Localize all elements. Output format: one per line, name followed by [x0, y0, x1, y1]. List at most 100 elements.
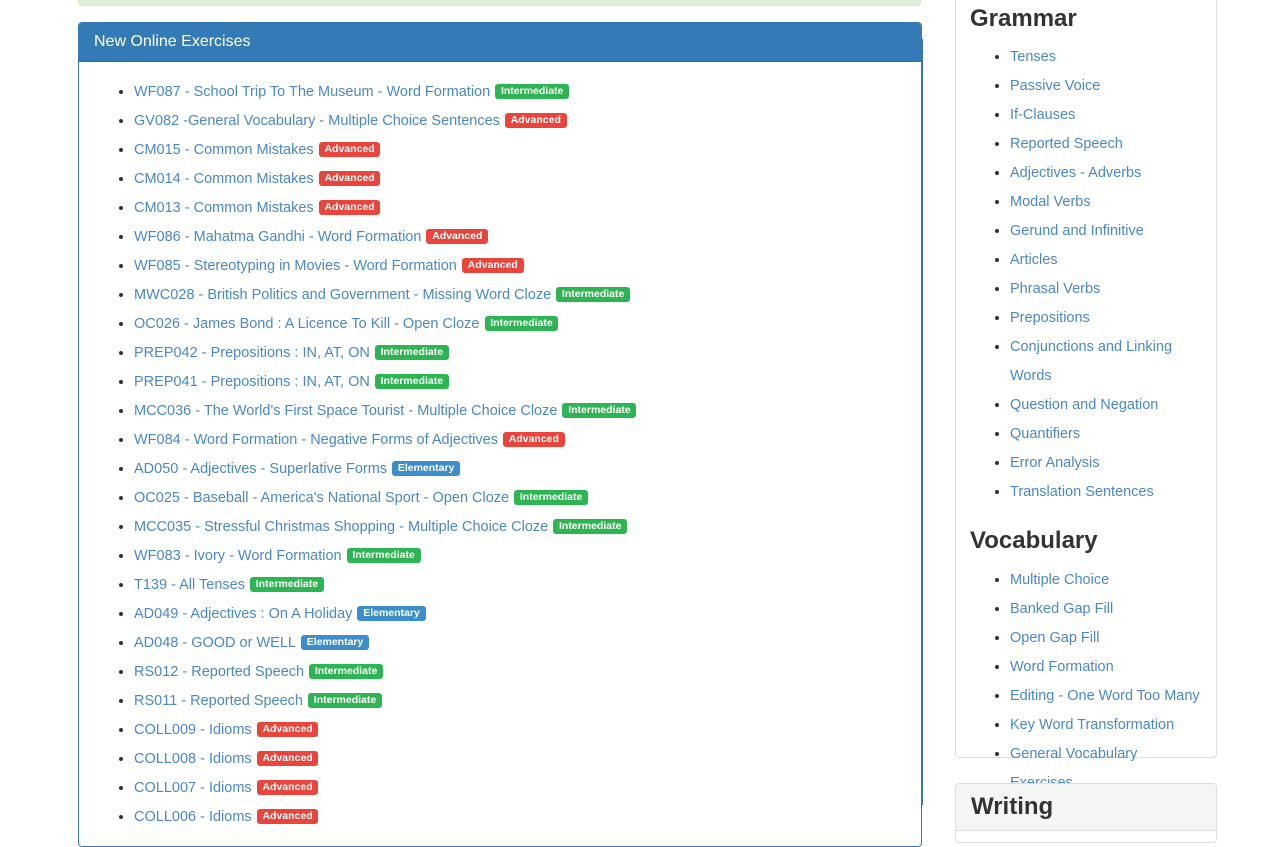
list-item: CM013 - Common Mistakes Advanced [134, 193, 906, 222]
exercise-link[interactable]: AD050 - Adjectives - Superlative Forms [134, 461, 387, 477]
exercise-link[interactable]: RS012 - Reported Speech [134, 664, 304, 680]
level-badge: Elementary [301, 635, 369, 651]
level-badge: Intermediate [562, 403, 636, 419]
list-item: COLL006 - Idioms Advanced [134, 802, 906, 831]
exercise-link[interactable]: MCC036 - The World's First Space Tourist… [134, 403, 557, 419]
list-item: Question and Negation [1010, 390, 1202, 419]
sidebar-link[interactable]: If-Clauses [1010, 107, 1075, 123]
exercise-link[interactable]: COLL008 - Idioms [134, 751, 252, 767]
list-item: Translation Sentences [1010, 477, 1202, 506]
exercise-link[interactable]: COLL006 - Idioms [134, 809, 252, 825]
list-item: Prepositions [1010, 303, 1202, 332]
level-badge: Intermediate [485, 316, 559, 332]
list-item: WF083 - Ivory - Word Formation Intermedia… [134, 541, 906, 570]
column-divider [922, 39, 923, 805]
list-item: RS011 - Reported Speech Intermediate [134, 686, 906, 715]
level-badge: Intermediate [308, 693, 382, 709]
exercise-link[interactable]: WF084 - Word Formation - Negative Forms … [134, 432, 498, 448]
sidebar-link[interactable]: Gerund and Infinitive [1010, 223, 1144, 239]
exercise-link[interactable]: AD049 - Adjectives : On A Holiday [134, 606, 352, 622]
level-badge: Intermediate [495, 84, 569, 100]
level-badge: Intermediate [514, 490, 588, 506]
list-item: MCC036 - The World's First Space Tourist… [134, 396, 906, 425]
sidebar-link[interactable]: Question and Negation [1010, 397, 1158, 413]
level-badge: Intermediate [375, 374, 449, 390]
sidebar-link[interactable]: Error Analysis [1010, 455, 1099, 471]
level-badge: Intermediate [347, 548, 421, 564]
exercise-link[interactable]: AD048 - GOOD or WELL [134, 635, 296, 651]
exercise-link[interactable]: OC025 - Baseball - America's National Sp… [134, 490, 509, 506]
sidebar-link[interactable]: Editing - One Word Too Many [1010, 688, 1200, 704]
exercise-link[interactable]: PREP041 - Prepositions : IN, AT, ON [134, 374, 370, 390]
list-item: RS012 - Reported SpeechIntermediate [134, 657, 906, 686]
sidebar-link[interactable]: Conjunctions and Linking Words [1010, 339, 1172, 384]
sidebar-link[interactable]: Articles [1010, 252, 1058, 268]
sidebar-link[interactable]: Translation Sentences [1010, 484, 1154, 500]
level-badge: Advanced [503, 432, 565, 448]
sidebar-link[interactable]: Passive Voice [1010, 78, 1100, 94]
exercise-link[interactable]: WF085 - Stereotyping in Movies - Word Fo… [134, 258, 457, 274]
exercise-link[interactable]: COLL007 - Idioms [134, 780, 252, 796]
sidebar-link[interactable]: Tenses [1010, 49, 1056, 65]
list-item: Articles [1010, 245, 1202, 274]
list-item: PREP041 - Prepositions : IN, AT, ON Inter… [134, 367, 906, 396]
list-item: Modal Verbs [1010, 187, 1202, 216]
sidebar-link[interactable]: Reported Speech [1010, 136, 1123, 152]
exercise-link[interactable]: MWC028 - British Politics and Government… [134, 287, 551, 303]
level-badge: Intermediate [250, 577, 324, 593]
exercise-link[interactable]: COLL009 - Idioms [134, 722, 252, 738]
exercise-list: WF087 - School Trip To The Museum - Word… [94, 77, 906, 831]
list-item: Key Word Transformation [1010, 710, 1202, 739]
level-badge: Advanced [319, 200, 381, 216]
list-item: MCC035 - Stressful Christmas Shopping - … [134, 512, 906, 541]
list-item: CM014 - Common MistakesAdvanced [134, 164, 906, 193]
sidebar-link[interactable]: Word Formation [1010, 659, 1114, 675]
sidebar-link[interactable]: Quantifiers [1010, 426, 1080, 442]
list-item: Multiple Choice [1010, 565, 1202, 594]
list-item: Editing - One Word Too Many [1010, 681, 1202, 710]
list-item: MWC028 - British Politics and Government… [134, 280, 906, 309]
exercise-link[interactable]: T139 - All Tenses [134, 577, 245, 593]
list-item: AD049 - Adjectives : On A Holiday Element… [134, 599, 906, 628]
exercise-link[interactable]: CM013 - Common Mistakes [134, 200, 314, 216]
exercise-link[interactable]: CM014 - Common Mistakes [134, 171, 314, 187]
sidebar-link[interactable]: Multiple Choice [1010, 572, 1109, 588]
exercise-link[interactable]: OC026 - James Bond : A Licence To Kill -… [134, 316, 480, 332]
exercise-link[interactable]: WF083 - Ivory - Word Formation [134, 548, 342, 564]
list-item: PREP042 - Prepositions : IN, AT, ONInter… [134, 338, 906, 367]
exercise-link[interactable]: WF087 - School Trip To The Museum - Word… [134, 84, 490, 100]
level-badge: Advanced [426, 229, 488, 245]
level-badge: Intermediate [553, 519, 627, 535]
list-item: WF084 - Word Formation - Negative Forms … [134, 425, 906, 454]
new-online-exercises-panel: New Online Exercises WF087 - School Trip… [78, 22, 922, 847]
sidebar-link[interactable]: Prepositions [1010, 310, 1090, 326]
exercise-link[interactable]: GV082 -General Vocabulary - Multiple Cho… [134, 113, 500, 129]
exercise-link[interactable]: PREP042 - Prepositions : IN, AT, ON [134, 345, 370, 361]
level-badge: Advanced [257, 780, 319, 796]
list-item: Word Formation [1010, 652, 1202, 681]
level-badge: Advanced [257, 751, 319, 767]
list-item: T139 - All Tenses Intermediate [134, 570, 906, 599]
sidebar-link[interactable]: Phrasal Verbs [1010, 281, 1100, 297]
list-item: COLL007 - Idioms Advanced [134, 773, 906, 802]
page-root: New Online Exercises WF087 - School Trip… [0, 0, 1268, 805]
panel-body: WF087 - School Trip To The Museum - Word… [79, 62, 921, 846]
exercise-link[interactable]: MCC035 - Stressful Christmas Shopping - … [134, 519, 548, 535]
exercise-link[interactable]: WF086 - Mahatma Gandhi - Word Formation [134, 229, 421, 245]
sidebar-link[interactable]: Modal Verbs [1010, 194, 1091, 210]
sidebar-link[interactable]: Banked Gap Fill [1010, 601, 1113, 617]
list-item: COLL008 - Idioms Advanced [134, 744, 906, 773]
exercise-link[interactable]: RS011 - Reported Speech [134, 693, 303, 709]
page-title: New Online Exercises [94, 33, 906, 51]
level-badge: Advanced [257, 809, 319, 825]
list-item: Passive Voice [1010, 71, 1202, 100]
exercise-link[interactable]: CM015 - Common Mistakes [134, 142, 314, 158]
sidebar-writing-panel: Writing [955, 783, 1217, 843]
sidebar-link[interactable]: Open Gap Fill [1010, 630, 1099, 646]
list-item: AD050 - Adjectives - Superlative FormsEl… [134, 454, 906, 483]
sidebar-link[interactable]: Adjectives - Adverbs [1010, 165, 1141, 181]
sidebar-link[interactable]: Key Word Transformation [1010, 717, 1174, 733]
list-item: Open Gap Fill [1010, 623, 1202, 652]
level-badge: Advanced [257, 722, 319, 738]
level-badge: Elementary [357, 606, 425, 622]
